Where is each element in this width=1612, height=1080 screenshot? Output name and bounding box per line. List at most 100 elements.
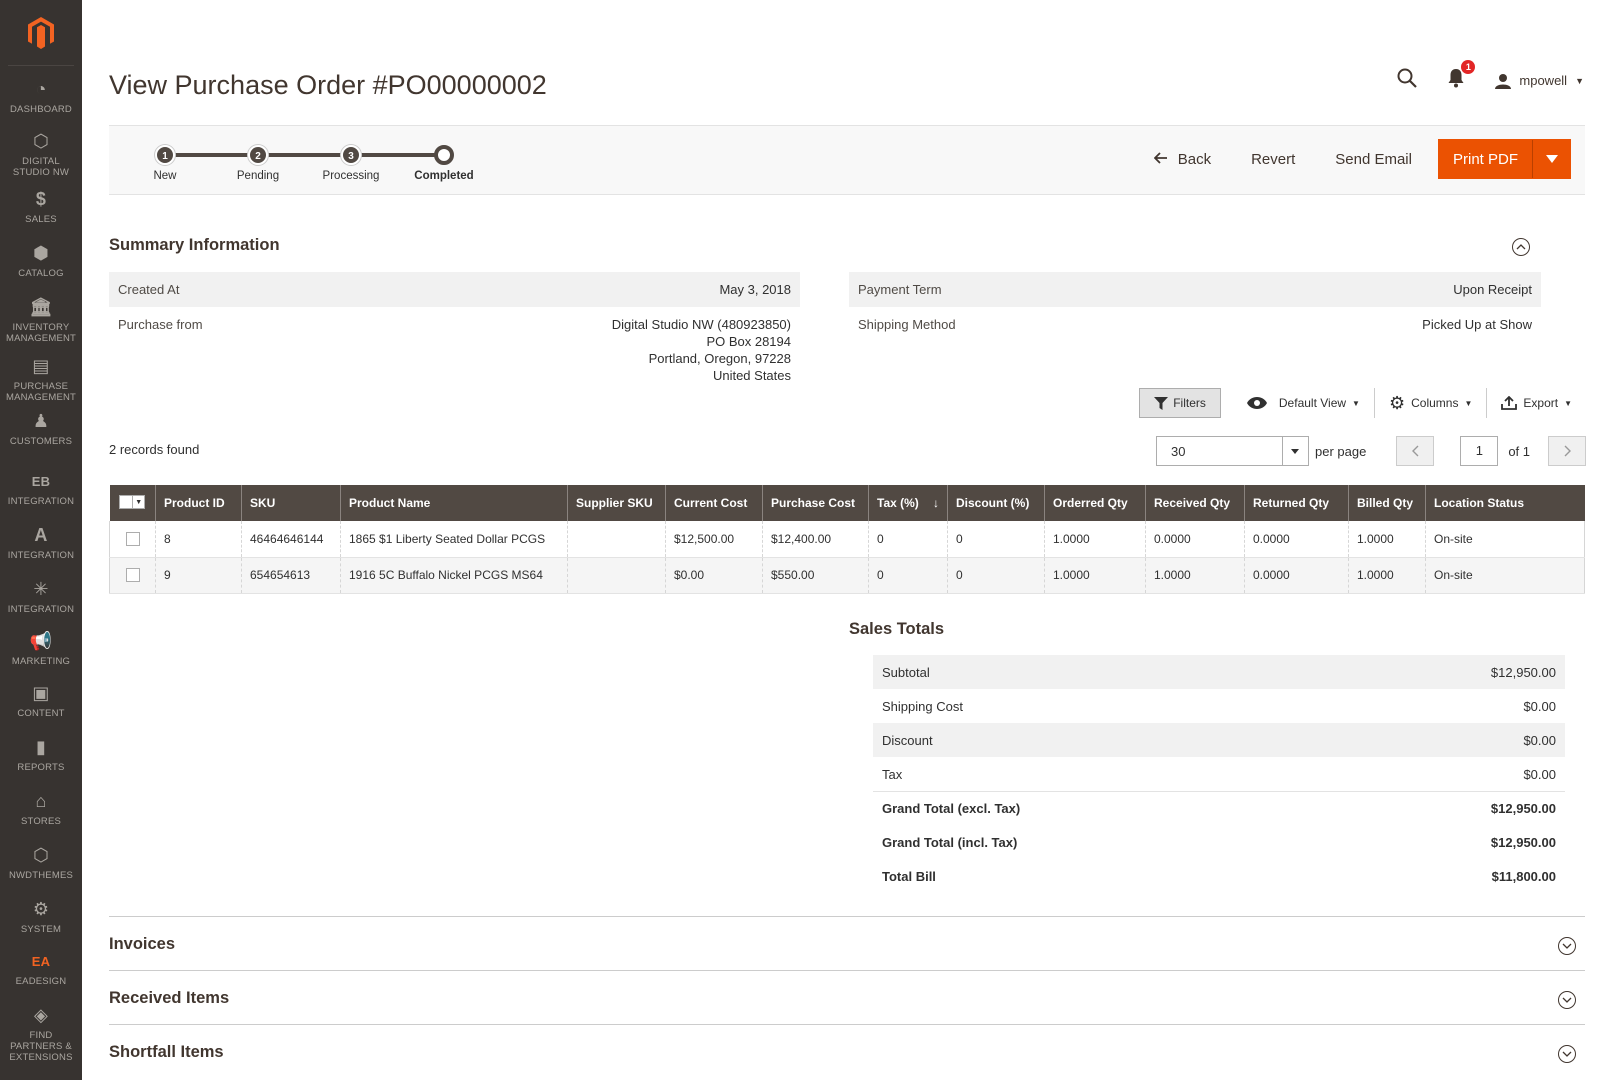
- filters-button[interactable]: Filters: [1139, 388, 1221, 418]
- address-line: United States: [712, 368, 791, 383]
- sidebar-item-catalog[interactable]: ⬢ CATALOG: [0, 242, 82, 280]
- table-cell: 1916 5C Buffalo Nickel PCGS MS64: [340, 557, 568, 594]
- print-pdf-button[interactable]: Print PDF: [1439, 151, 1532, 168]
- sidebar-item-label: STORES: [20, 816, 62, 827]
- previous-page-button[interactable]: [1396, 436, 1435, 466]
- column-header[interactable]: Purchase Cost: [762, 485, 869, 521]
- cube-icon: ◈: [33, 1004, 49, 1025]
- expand-down-icon[interactable]: [1558, 937, 1576, 955]
- columns-selector[interactable]: ⚙ Columns ▼: [1375, 388, 1488, 418]
- table-cell: 654654613: [241, 557, 341, 594]
- sidebar-item-inventory-management[interactable]: 🏛 INVENTORY MANAGEMENT: [0, 296, 82, 345]
- document-icon: ▤: [32, 355, 50, 376]
- sidebar-item-system[interactable]: ⚙ SYSTEM: [0, 898, 82, 936]
- bar-chart-icon: ▮: [35, 736, 47, 757]
- column-header-label: Current Cost: [674, 496, 748, 510]
- column-header[interactable]: Orderred Qty: [1044, 485, 1146, 521]
- export-selector[interactable]: Export ▼: [1487, 388, 1586, 418]
- column-header[interactable]: Product Name: [340, 485, 568, 521]
- table-cell: On-site: [1425, 557, 1585, 594]
- purchase-from-label: Purchase from: [118, 317, 203, 332]
- invoices-section[interactable]: Invoices: [109, 916, 1585, 970]
- column-header[interactable]: Product ID: [155, 485, 242, 521]
- gear-icon: ⚙: [1388, 393, 1406, 413]
- per-page-select[interactable]: 30: [1155, 436, 1309, 466]
- totals-row: Discount $0.00: [873, 723, 1565, 757]
- payment-term-label: Payment Term: [858, 282, 942, 297]
- walmart-spark-icon: ✳: [33, 578, 49, 599]
- sidebar-item-digital-studio-nw[interactable]: ⬡ DIGITAL STUDIO NW: [0, 130, 82, 179]
- table-cell: 1865 $1 Liberty Seated Dollar PCGS: [340, 521, 568, 558]
- user-menu[interactable]: mpowell ▼: [1495, 73, 1584, 89]
- column-header[interactable]: Location Status: [1425, 485, 1585, 521]
- totals-value: $0.00: [1523, 698, 1556, 714]
- column-header[interactable]: Billed Qty: [1348, 485, 1426, 521]
- sidebar-item-find-partners-extensions[interactable]: ◈ FIND PARTNERS & EXTENSIONS: [0, 1004, 82, 1064]
- table-cell: 0: [947, 557, 1045, 594]
- column-header[interactable]: Tax (%) ↓: [868, 485, 948, 521]
- row-checkbox[interactable]: [125, 568, 140, 583]
- sidebar-item-marketing[interactable]: 📢 MARKETING: [0, 630, 82, 668]
- back-button[interactable]: Back: [1134, 139, 1231, 179]
- expand-down-icon[interactable]: [1558, 991, 1576, 1009]
- sidebar-item-integration[interactable]: ✳ INTEGRATION: [0, 578, 82, 616]
- chevron-right-icon: [1564, 445, 1571, 457]
- received-items-section[interactable]: Received Items: [109, 970, 1585, 1024]
- column-header[interactable]: Discount (%): [947, 485, 1045, 521]
- hexagon-icon: ⬡: [33, 844, 49, 865]
- table-cell: 0: [868, 557, 948, 594]
- page-title: View Purchase Order #PO00000002: [109, 70, 547, 100]
- next-page-button[interactable]: [1548, 436, 1586, 466]
- page-number-input[interactable]: 1: [1460, 436, 1499, 466]
- send-email-button[interactable]: Send Email: [1315, 139, 1432, 179]
- magento-logo[interactable]: [8, 0, 74, 66]
- column-header[interactable]: SKU: [241, 485, 341, 521]
- sidebar-item-label: NWDTHEMES: [8, 870, 74, 881]
- view-selector[interactable]: Default View ▼: [1233, 388, 1375, 418]
- summary-title: Summary Information: [109, 236, 280, 254]
- sidebar-item-content[interactable]: ▣ CONTENT: [0, 682, 82, 720]
- store-icon: ⌂: [35, 790, 47, 811]
- payment-term-row: Payment Term Upon Receipt: [849, 272, 1541, 307]
- notifications-bell[interactable]: 1: [1447, 60, 1476, 93]
- search-icon[interactable]: [1397, 68, 1418, 93]
- column-header[interactable]: Returned Qty: [1244, 485, 1349, 521]
- purchase-from-address: Digital Studio NW (480923850) PO Box 281…: [612, 316, 791, 384]
- column-header-label: Received Qty: [1154, 496, 1231, 510]
- revert-button[interactable]: Revert: [1231, 139, 1315, 179]
- table-cell: 1.0000: [1044, 521, 1146, 558]
- column-header[interactable]: Supplier SKU: [567, 485, 666, 521]
- column-header-label: Purchase Cost: [771, 496, 856, 510]
- grid-header-row: ▼ Product ID SKU Product Name Supplier SKU C…: [109, 485, 1585, 521]
- order-status-bar: 1 New 2 Pending 3 Processing Completed B…: [109, 125, 1585, 195]
- sidebar-item-label: CONTENT: [17, 708, 65, 719]
- column-header-label: Returned Qty: [1253, 496, 1330, 510]
- row-select-cell: [109, 521, 156, 558]
- column-header[interactable]: Current Cost: [665, 485, 763, 521]
- mass-select-checkbox[interactable]: ▼: [119, 495, 146, 509]
- eadesign-logo-icon: EA: [31, 953, 51, 969]
- sidebar-item-integration[interactable]: eb INTEGRATION: [0, 470, 82, 508]
- sidebar-item-customers[interactable]: ♟ CUSTOMERS: [0, 410, 82, 448]
- collapse-up-icon[interactable]: [1512, 238, 1530, 256]
- sidebar-item-label: MARKETING: [11, 656, 71, 667]
- sidebar-item-stores[interactable]: ⌂ STORES: [0, 790, 82, 828]
- chevron-down-icon: ▼: [1352, 398, 1360, 408]
- per-page-value: 30: [1170, 443, 1186, 459]
- print-pdf-dropdown-toggle[interactable]: [1532, 140, 1570, 178]
- column-header-label: Discount (%): [956, 496, 1030, 510]
- sidebar-item-nwdthemes[interactable]: ⬡ NWDTHEMES: [0, 844, 82, 882]
- column-header[interactable]: Received Qty: [1145, 485, 1245, 521]
- row-checkbox[interactable]: [125, 532, 140, 547]
- sidebar-item-purchase-management[interactable]: ▤ PURCHASE MANAGEMENT: [0, 355, 82, 404]
- sidebar-item-eadesign[interactable]: EA EADESIGN: [0, 950, 82, 988]
- sidebar-item-sales[interactable]: $ SALES: [0, 188, 82, 226]
- sidebar-item-label: PURCHASE MANAGEMENT: [5, 381, 77, 403]
- shipping-method-label: Shipping Method: [858, 317, 956, 332]
- expand-down-icon[interactable]: [1558, 1045, 1576, 1063]
- column-header-label: Billed Qty: [1357, 496, 1414, 510]
- sidebar-item-dashboard[interactable]: ◔ DASHBOARD: [0, 78, 82, 116]
- sidebar-item-reports[interactable]: ▮ REPORTS: [0, 736, 82, 774]
- shortfall-items-section[interactable]: Shortfall Items: [109, 1024, 1585, 1078]
- sidebar-item-integration[interactable]: a INTEGRATION: [0, 524, 82, 562]
